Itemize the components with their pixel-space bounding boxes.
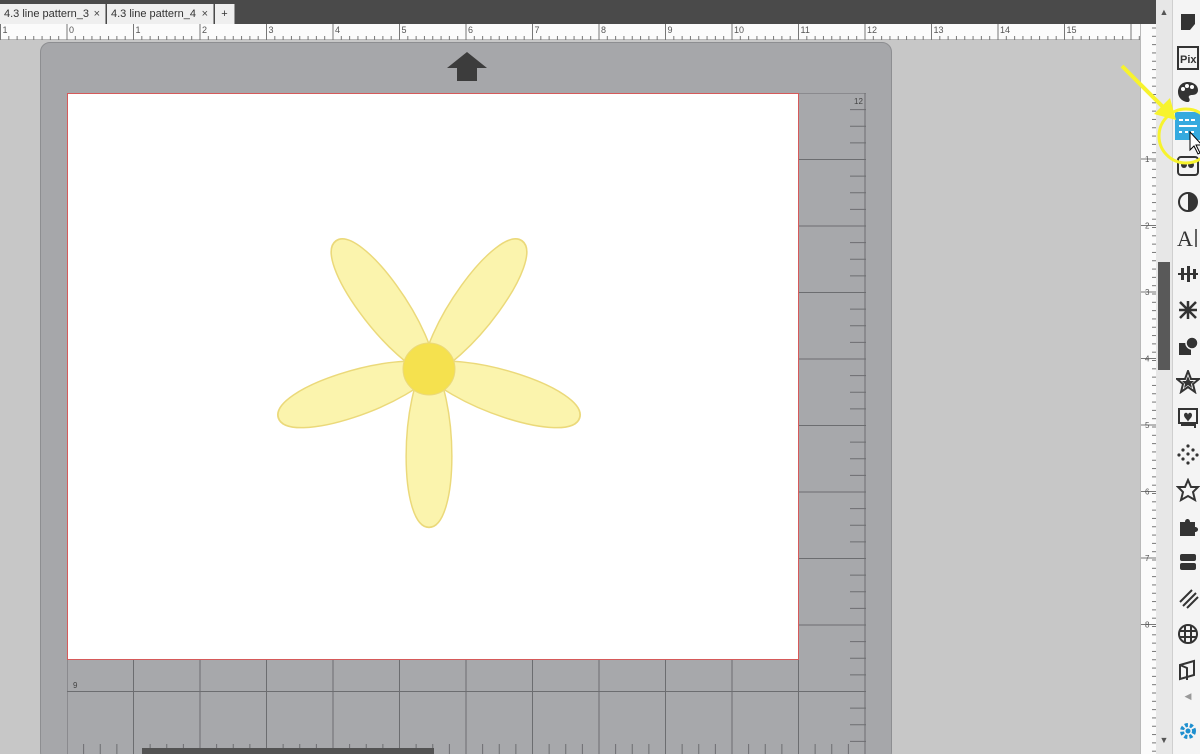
puzzle-tool[interactable] (1175, 512, 1200, 540)
vertical-ruler-scale: 1 2 3 4 5 6 7 8 (1141, 27, 1157, 752)
ruler-label: 3 (1145, 288, 1150, 297)
fill-color-tool[interactable] (1175, 78, 1200, 106)
ruler-label: 4 (1145, 355, 1150, 364)
ruler-label: 1 (3, 25, 8, 35)
pixscan-icon: Pix (1177, 46, 1199, 70)
fill-pattern-tool[interactable] (1175, 152, 1200, 180)
gear-icon (1180, 723, 1196, 739)
ruler-label: 4 (335, 25, 340, 35)
ruler-label: 10 (734, 25, 744, 35)
collapse-panel-icon[interactable]: ◀ (1175, 688, 1200, 704)
tab-label: 4.3 line pattern_3 (4, 8, 90, 20)
pixscan-tool[interactable]: Pix (1175, 44, 1200, 72)
text-style-tool[interactable]: A (1175, 224, 1200, 252)
layers-icon (1180, 554, 1196, 570)
sketch-tool[interactable] (1175, 440, 1200, 468)
3d-panel-icon (1179, 659, 1195, 681)
page-setup-tool[interactable] (1175, 8, 1200, 36)
favorites-tool[interactable] (1175, 476, 1200, 504)
scroll-up-icon[interactable]: ▲ (1156, 4, 1172, 20)
replicate-icon (1179, 301, 1197, 319)
ruler-label: 8 (601, 25, 606, 35)
ruler-label: 7 (535, 25, 540, 35)
star-icon (1176, 478, 1200, 502)
settings-tool[interactable] (1175, 718, 1200, 746)
ruler-label: 6 (1145, 488, 1150, 497)
ruler-label: 5 (1145, 421, 1150, 430)
ruler-label: 0 (69, 25, 74, 35)
ruler-label: 1 (136, 25, 141, 35)
trace-icon (1178, 408, 1198, 428)
tab-line-pattern-4[interactable]: 4.3 line pattern_4 × (107, 4, 214, 24)
horizontal-ruler: 1 0 1 2 3 4 5 6 7 8 9 10 11 12 13 14 15 (0, 24, 1142, 40)
ruler-label: 2 (1145, 222, 1150, 231)
dots-icon (1177, 444, 1199, 465)
library-tool[interactable] (1175, 620, 1200, 648)
modify-icon (1179, 336, 1199, 355)
star-offset-icon (1176, 370, 1200, 394)
ruler-label: 3 (269, 25, 274, 35)
add-tab-button[interactable]: + (215, 4, 235, 24)
ruler-label: 15 (1067, 25, 1077, 35)
vertical-ruler: 1 2 3 4 5 6 7 8 (1140, 24, 1157, 754)
align-tool[interactable] (1175, 260, 1200, 288)
tab-bar: 4.3 line pattern_3 × 4.3 line pattern_4 … (0, 0, 1172, 24)
ruler-label: 9 (668, 25, 673, 35)
horizontal-ruler-scale: 1 0 1 2 3 4 5 6 7 8 9 10 11 12 13 14 15 (0, 24, 1140, 40)
modify-tool[interactable] (1175, 332, 1200, 360)
fill-pattern-icon (1177, 156, 1199, 176)
tab-close-icon[interactable]: × (202, 4, 208, 24)
ruler-label: 14 (1000, 25, 1010, 35)
palette-icon (1178, 82, 1198, 102)
vertical-scrollbar[interactable]: ▲ ▼ (1156, 0, 1172, 754)
tab-label: 4.3 line pattern_4 (111, 8, 197, 20)
hatch-icon (1179, 589, 1199, 609)
ruler-label: 1 (1145, 155, 1150, 164)
offset-tool[interactable] (1175, 368, 1200, 396)
ruler-label: 13 (934, 25, 944, 35)
text-style-icon: A (1177, 226, 1197, 250)
ruler-label: 5 (402, 25, 407, 35)
line-style-tool[interactable] (1175, 112, 1200, 140)
text-tool-label: A (1177, 226, 1193, 250)
scroll-down-icon[interactable]: ▼ (1156, 732, 1172, 748)
flower-shape[interactable] (255, 205, 615, 550)
mat-corner-top-label: 12 (854, 97, 863, 106)
right-tool-panel: Pix A ◀ (1172, 0, 1200, 754)
line-style-icon (1179, 119, 1197, 133)
send-tool[interactable] (1175, 656, 1200, 684)
half-circle-icon (1178, 192, 1198, 212)
mat-corner-bottom-label: 9 (73, 681, 78, 690)
tab-close-icon[interactable]: × (94, 4, 100, 24)
ruler-label: 11 (801, 25, 810, 35)
layers-tool[interactable] (1175, 548, 1200, 576)
replicate-tool[interactable] (1175, 296, 1200, 324)
ruler-label: 6 (468, 25, 473, 35)
transparency-tool[interactable] (1175, 188, 1200, 216)
grid-globe-icon (1178, 624, 1198, 644)
align-icon (1178, 266, 1198, 282)
feed-direction-arrow-icon (447, 52, 487, 81)
ruler-label: 12 (867, 25, 877, 35)
ruler-label: 8 (1145, 621, 1150, 630)
pix-label: Pix (1180, 54, 1197, 66)
page-setup-icon (1181, 14, 1195, 30)
ruler-label: 7 (1145, 554, 1150, 563)
puzzle-icon (1180, 519, 1198, 536)
trace-tool[interactable] (1175, 404, 1200, 432)
ruler-label: 2 (202, 25, 207, 35)
tab-line-pattern-3[interactable]: 4.3 line pattern_3 × (0, 4, 106, 24)
scrollbar-thumb[interactable] (1158, 262, 1170, 370)
hatch-tool[interactable] (1175, 584, 1200, 612)
flower-center[interactable] (402, 342, 456, 396)
horizontal-scrollbar-thumb[interactable] (142, 748, 434, 754)
